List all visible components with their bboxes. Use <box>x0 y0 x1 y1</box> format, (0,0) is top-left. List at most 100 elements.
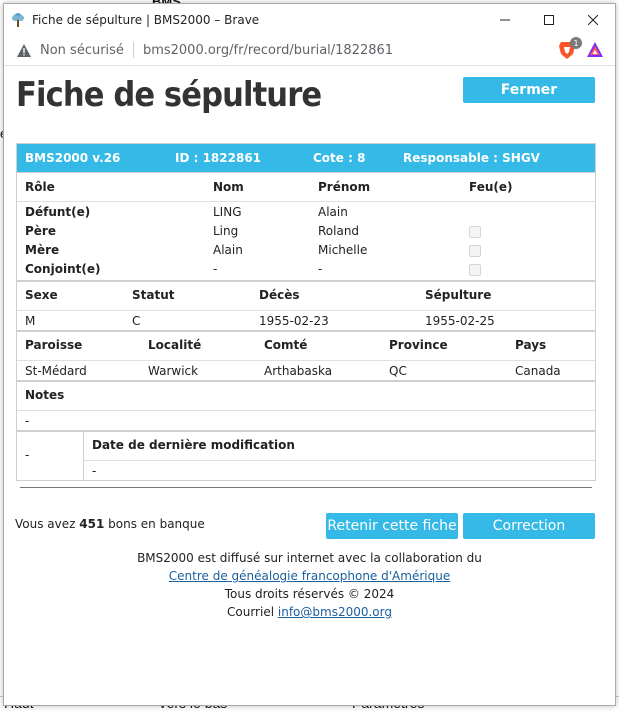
column-header: Nom <box>213 180 244 194</box>
locality-value: Warwick <box>148 364 199 378</box>
warning-icon[interactable] <box>16 42 32 58</box>
url-path: /fr/record/burial/1822861 <box>229 42 394 58</box>
country-value: Canada <box>515 364 561 378</box>
record-header: BMS2000 v.26 ID : 1822861 Cote : 8 Respo… <box>17 144 595 172</box>
table-row: Défunt(e) LING Alain <box>17 202 595 222</box>
column-header: Statut <box>132 288 175 302</box>
last-name: Alain <box>213 243 243 257</box>
role-label: Défunt(e) <box>25 205 91 219</box>
minimize-icon[interactable] <box>483 4 527 35</box>
record-id: ID : 1822861 <box>175 151 262 165</box>
parish-value: St-Médard <box>25 364 87 378</box>
address-bar[interactable]: Non sécurisé bms2000.org/fr/record/buria… <box>4 35 615 66</box>
people-table: Rôle Nom Prénom Feu(e) Défunt(e) LING Al… <box>17 172 595 280</box>
title-bar: Fiche de sépulture | BMS2000 – Brave <box>4 4 615 35</box>
column-header: Province <box>389 338 448 352</box>
last-name: Ling <box>213 224 239 238</box>
last-name: LING <box>213 205 242 219</box>
column-header: Paroisse <box>25 338 83 352</box>
table-row: Mère Alain Michelle <box>17 242 595 262</box>
column-header: Prénom <box>318 180 371 194</box>
footer-cgfa-link[interactable]: Centre de généalogie francophone d'Améri… <box>169 569 450 583</box>
role-label: Père <box>25 224 56 238</box>
burial-date: 1955-02-25 <box>425 314 495 328</box>
footer-email-link[interactable]: info@bms2000.org <box>278 605 392 619</box>
column-header: Sépulture <box>425 288 492 302</box>
column-header: Pays <box>515 338 547 352</box>
province-value: QC <box>389 364 407 378</box>
modification-section: - Date de dernière modification - <box>17 432 595 480</box>
popup-window: Fiche de sépulture | BMS2000 – Brave Non… <box>3 3 616 706</box>
record-cote: Cote : 8 <box>313 151 366 165</box>
bank-suffix: bons en banque <box>108 517 205 531</box>
security-label[interactable]: Non sécurisé <box>40 43 124 58</box>
last-name: - <box>213 262 218 276</box>
event-table: Sexe Statut Décès Sépulture M C 1955-02-… <box>17 282 595 330</box>
notes-header-row: Notes <box>17 382 595 410</box>
horizontal-rule <box>20 487 592 488</box>
modification-value: - <box>92 464 97 478</box>
column-header: Localité <box>148 338 202 352</box>
window-title: Fiche de sépulture | BMS2000 – Brave <box>32 12 260 27</box>
record-version: BMS2000 v.26 <box>25 151 121 165</box>
site-favicon-icon <box>10 12 26 28</box>
footer-email-label: Courriel <box>227 605 275 619</box>
address-separator <box>132 42 134 58</box>
page-content: Fiche de sépulture Fermer BMS2000 v.26 I… <box>4 67 615 705</box>
notes-row: - <box>17 411 595 430</box>
column-header: Décès <box>259 288 300 302</box>
first-name: Michelle <box>318 243 368 257</box>
footer-line: BMS2000 est diffusé sur internet avec la… <box>137 551 482 565</box>
table-row: St-Médard Warwick Arthabaska QC Canada <box>17 361 595 380</box>
record-responsable: Responsable : SHGV <box>403 151 540 165</box>
notes-section: Notes - <box>17 382 595 430</box>
role-label: Conjoint(e) <box>25 262 101 276</box>
modification-header-row: Date de dernière modification <box>84 432 595 460</box>
modification-row: - <box>84 461 595 480</box>
modification-left-value: - <box>25 448 30 462</box>
first-name: - <box>318 262 323 276</box>
close-icon[interactable] <box>571 4 615 35</box>
burial-record: BMS2000 v.26 ID : 1822861 Cote : 8 Respo… <box>16 143 596 481</box>
column-header: Feu(e) <box>469 180 513 194</box>
url-host: bms2000.org <box>142 42 230 58</box>
page-title: Fiche de sépulture <box>16 75 322 115</box>
table-header-row: Paroisse Localité Comté Province Pays <box>17 332 595 360</box>
deceased-checkbox <box>469 226 481 238</box>
deceased-checkbox <box>469 245 481 257</box>
brave-rewards-icon[interactable] <box>586 41 604 59</box>
role-label: Mère <box>25 243 60 257</box>
table-header-row: Rôle Nom Prénom Feu(e) <box>17 173 595 201</box>
footer-copyright: Tous droits réservés © 2024 <box>224 587 395 601</box>
bank-balance: Vous avez 451 bons en banque <box>15 517 205 531</box>
close-button[interactable]: Fermer <box>463 77 595 103</box>
modification-header: Date de dernière modification <box>92 438 295 452</box>
column-header: Sexe <box>25 288 58 302</box>
column-header: Rôle <box>25 180 55 194</box>
brave-shield-icon[interactable]: 1 <box>558 37 582 60</box>
death-date: 1955-02-23 <box>259 314 329 328</box>
shield-count-badge: 1 <box>570 37 582 49</box>
notes-value: - <box>25 414 30 428</box>
status-value: C <box>132 314 141 328</box>
table-header-row: Sexe Statut Décès Sépulture <box>17 282 595 310</box>
place-table: Paroisse Localité Comté Province Pays St… <box>17 332 595 380</box>
table-row: M C 1955-02-23 1955-02-25 <box>17 311 595 330</box>
bank-prefix: Vous avez <box>15 517 76 531</box>
table-row: Père Ling Roland <box>17 222 595 242</box>
url-text[interactable]: bms2000.org/fr/record/burial/1822861 <box>143 43 558 58</box>
column-header: Comté <box>264 338 308 352</box>
deceased-checkbox <box>469 264 481 276</box>
county-value: Arthabaska <box>264 364 333 378</box>
first-name: Roland <box>318 224 360 238</box>
bank-count: 451 <box>79 517 105 531</box>
retain-record-button[interactable]: Retenir cette fiche <box>326 513 458 539</box>
maximize-icon[interactable] <box>527 4 571 35</box>
first-name: Alain <box>318 205 348 219</box>
footer: BMS2000 est diffusé sur internet avec la… <box>4 549 615 621</box>
sex-value: M <box>25 314 36 328</box>
table-row: Conjoint(e) - - <box>17 262 595 282</box>
modification-left-cell: - <box>17 432 84 480</box>
correction-button[interactable]: Correction <box>463 513 595 539</box>
notes-header: Notes <box>25 388 65 402</box>
